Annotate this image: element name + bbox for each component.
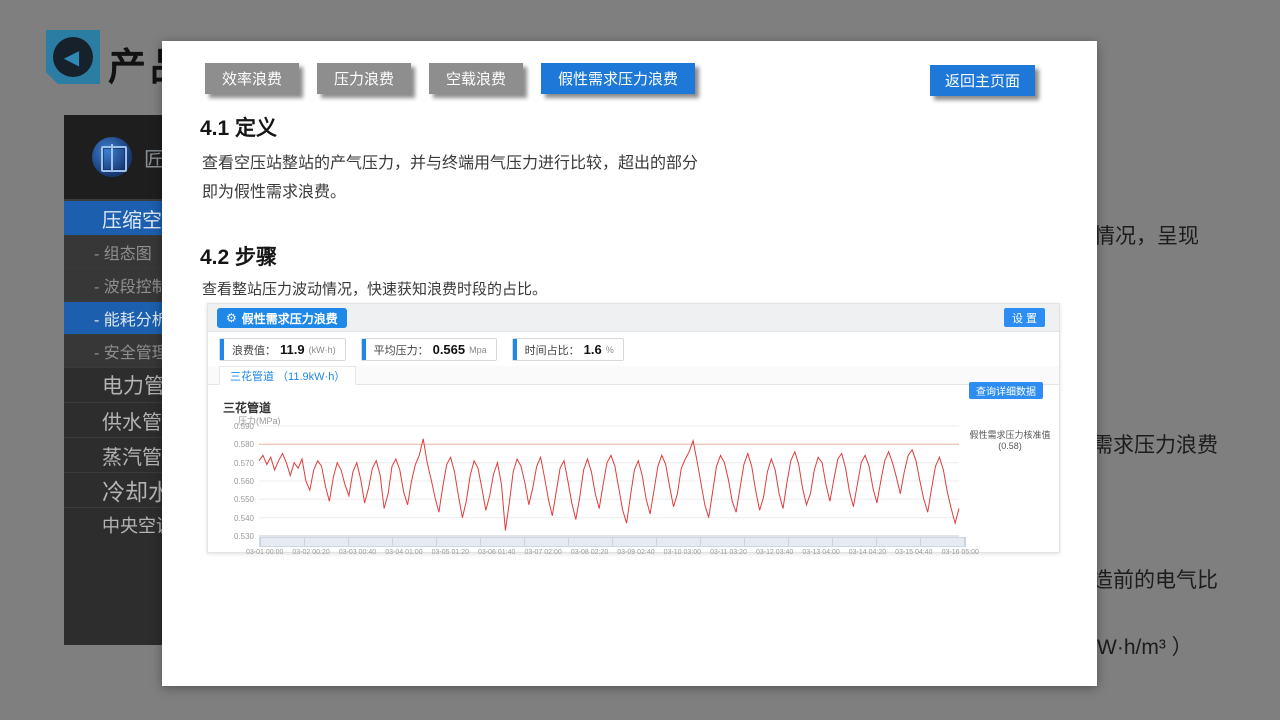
tab-pressure-waste[interactable]: 压力浪费 <box>317 63 411 94</box>
sidebar-item-power[interactable]: 电力管理 <box>64 367 162 402</box>
back-button[interactable]: ◀ <box>46 30 100 84</box>
datazoom-slider[interactable] <box>259 537 966 547</box>
x-tick-label: 03-09 02:40 <box>617 549 654 556</box>
x-tick-label: 03-16 05:00 <box>942 549 979 556</box>
return-home-button[interactable]: 返回主页面 <box>930 65 1035 96</box>
sidebar-item-band-control[interactable]: - 波段控制 <box>64 268 162 301</box>
x-tick-label: 03-08 02:20 <box>571 549 608 556</box>
content-panel: 效率浪费 压力浪费 空载浪费 假性需求压力浪费 返回主页面 4.1 定义 查看空… <box>162 41 1097 686</box>
sidebar-item-config-diagram[interactable]: - 组态图 <box>64 235 162 268</box>
y-tick-label: 0.550 <box>210 495 254 504</box>
y-tick-label: 0.560 <box>210 477 254 486</box>
background-text-fragment: 需求压力浪费 <box>1092 429 1218 459</box>
background-text-fragment: 造前的电气比 <box>1092 564 1218 594</box>
logo-text: 匠 <box>144 143 162 172</box>
sidebar-item-safety[interactable]: - 安全管理 <box>64 334 162 367</box>
threshold-value: (0.58) <box>960 441 1060 452</box>
x-tick-label: 03-01 00:00 <box>246 549 283 556</box>
tab-efficiency-waste[interactable]: 效率浪费 <box>205 63 299 94</box>
sidebar-item-compressed-air[interactable]: 压缩空气 <box>64 200 162 235</box>
x-tick-label: 03-11 03:20 <box>710 549 747 556</box>
x-tick-label: 03-13 04:00 <box>802 549 839 556</box>
waste-tabs: 效率浪费 压力浪费 空载浪费 假性需求压力浪费 <box>205 63 695 94</box>
sidebar-item-energy-analysis[interactable]: - 能耗分析 <box>64 301 162 334</box>
x-tick-label: 03-02 00:20 <box>292 549 329 556</box>
y-tick-label: 0.580 <box>210 440 254 449</box>
background-text-fragment: W·h/m³ ） <box>1097 631 1193 661</box>
x-tick-label: 03-03 00:40 <box>339 549 376 556</box>
background-text-fragment: 情况，呈现 <box>1094 220 1199 250</box>
x-axis-ticks: 03-01 00:00 03-02 00:20 03-03 00:40 03-04 0… <box>246 549 979 556</box>
section-heading-definition: 4.1 定义 <box>200 112 277 142</box>
x-tick-label: 03-07 02:00 <box>524 549 561 556</box>
y-tick-label: 0.590 <box>210 422 254 431</box>
pressure-line-chart <box>208 304 1061 554</box>
dashboard-screenshot: ⚙ 假性需求压力浪费 设 置 浪费值： 11.9 (kW·h) 平均压力： 0.… <box>207 303 1060 553</box>
tab-idle-waste[interactable]: 空载浪费 <box>429 63 523 94</box>
x-tick-label: 03-04 01:00 <box>385 549 422 556</box>
y-tick-label: 0.570 <box>210 459 254 468</box>
threshold-annotation: 假性需求压力核准值 (0.58) <box>960 430 1060 452</box>
y-tick-label: 0.540 <box>210 514 254 523</box>
sidebar-item-steam[interactable]: 蒸汽管理 <box>64 437 162 472</box>
tab-false-demand-pressure-waste[interactable]: 假性需求压力浪费 <box>541 63 695 94</box>
sidebar-item-cooling-water[interactable]: 冷却水管 <box>64 472 162 507</box>
x-tick-label: 03-05 01:20 <box>432 549 469 556</box>
y-tick-label: 0.530 <box>210 532 254 541</box>
sidebar: 匠 压缩空气 - 组态图 - 波段控制 - 能耗分析 - 安全管理 电力管理 供… <box>64 115 162 645</box>
steps-text: 查看整站压力波动情况，快速获知浪费时段的占比。 <box>202 275 547 304</box>
section-heading-steps: 4.2 步骤 <box>200 241 277 271</box>
x-tick-label: 03-10 03:00 <box>664 549 701 556</box>
x-tick-label: 03-14 04:20 <box>849 549 886 556</box>
x-tick-label: 03-15 04:40 <box>895 549 932 556</box>
threshold-label: 假性需求压力核准值 <box>960 430 1060 441</box>
sidebar-logo: 匠 <box>64 115 162 200</box>
x-tick-label: 03-12 03:40 <box>756 549 793 556</box>
x-tick-label: 03-06 01:40 <box>478 549 515 556</box>
back-icon: ◀ <box>53 37 93 77</box>
definition-text: 查看空压站整站的产气压力，并与终端用气压力进行比较，超出的部分 即为假性需求浪费… <box>202 149 698 207</box>
company-logo-icon <box>92 137 132 177</box>
sidebar-item-water-supply[interactable]: 供水管理 <box>64 402 162 437</box>
sidebar-item-hvac[interactable]: 中央空调管 <box>64 507 162 542</box>
